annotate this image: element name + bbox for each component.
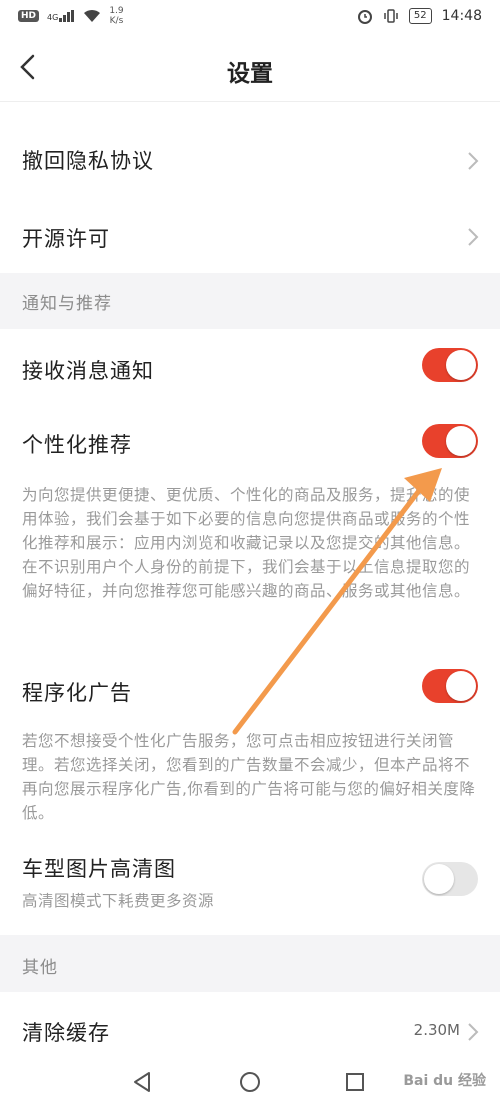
alarm-icon xyxy=(357,10,372,24)
signal-icon: 4G xyxy=(47,10,75,22)
receive-notifications-toggle[interactable] xyxy=(422,348,478,382)
vibrate-icon xyxy=(384,9,398,23)
clear-cache-row[interactable]: 清除缓存 2.30M xyxy=(0,992,500,1052)
section-header-other: 其他 xyxy=(0,935,500,992)
system-nav-bar: Bai du 经验 xyxy=(0,1052,500,1111)
cache-size-value: 2.30M xyxy=(413,1021,460,1039)
nav-back-button[interactable] xyxy=(126,1066,158,1098)
section-title: 其他 xyxy=(22,958,58,978)
personalized-recommendation-description: 为向您提供更便捷、更优质、个性化的商品及服务，提升您的使用体验，我们会基于如下必… xyxy=(22,486,471,600)
circle-home-icon xyxy=(240,1072,260,1092)
section-header-notify: 通知与推荐 xyxy=(0,273,500,329)
wifi-icon xyxy=(84,9,101,22)
app-header: 设置 xyxy=(0,36,500,102)
toggle-knob xyxy=(446,350,476,380)
hd-image-label: 车型图片高清图 xyxy=(22,857,176,881)
personalized-recommendation-toggle[interactable] xyxy=(422,424,478,458)
toggle-knob xyxy=(446,426,476,456)
nav-home-button[interactable] xyxy=(234,1066,266,1098)
programmatic-ads-toggle[interactable] xyxy=(422,669,478,703)
personalized-recommendation-row: 个性化推荐 为向您提供更便捷、更优质、个性化的商品及服务，提升您的使用体验，我们… xyxy=(0,409,500,659)
nav-recents-button[interactable] xyxy=(339,1066,371,1098)
withdraw-privacy-row[interactable]: 撤回隐私协议 xyxy=(0,103,500,200)
chevron-right-icon xyxy=(468,1023,479,1041)
programmatic-ads-label: 程序化广告 xyxy=(22,681,132,705)
status-bar: HD 4G 1.9 K/s 52 14:48 xyxy=(0,0,500,36)
toggle-knob xyxy=(446,671,476,701)
chevron-right-icon xyxy=(468,228,479,246)
network-speed: 1.9 K/s xyxy=(109,6,124,26)
programmatic-ads-description: 若您不想接受个性化广告服务，您可点击相应按钮进行关闭管理。若您选择关闭，您看到的… xyxy=(22,732,476,822)
chevron-right-icon xyxy=(468,152,479,170)
section-title: 通知与推荐 xyxy=(22,294,112,314)
battery-indicator: 52 xyxy=(408,8,432,24)
open-source-license-label: 开源许可 xyxy=(22,227,110,251)
personalized-recommendation-label: 个性化推荐 xyxy=(22,433,132,457)
hd-badge: HD xyxy=(18,10,40,22)
programmatic-ads-row: 程序化广告 若您不想接受个性化广告服务，您可点击相应按钮进行关闭管理。若您选择关… xyxy=(0,659,500,849)
square-recents-icon xyxy=(346,1073,364,1091)
hd-image-row: 车型图片高清图 高清图模式下耗费更多资源 xyxy=(0,849,500,935)
clock: 14:48 xyxy=(441,8,482,24)
receive-notifications-label: 接收消息通知 xyxy=(22,359,154,383)
open-source-license-row[interactable]: 开源许可 xyxy=(0,200,500,272)
withdraw-privacy-label: 撤回隐私协议 xyxy=(22,149,154,173)
clear-cache-label: 清除缓存 xyxy=(22,1021,110,1045)
watermark: Bai du 经验 xyxy=(403,1073,486,1089)
hd-image-description: 高清图模式下耗费更多资源 xyxy=(22,892,215,910)
receive-notifications-row: 接收消息通知 xyxy=(0,329,500,409)
triangle-back-icon xyxy=(134,1072,150,1092)
page-title: 设置 xyxy=(227,61,273,87)
